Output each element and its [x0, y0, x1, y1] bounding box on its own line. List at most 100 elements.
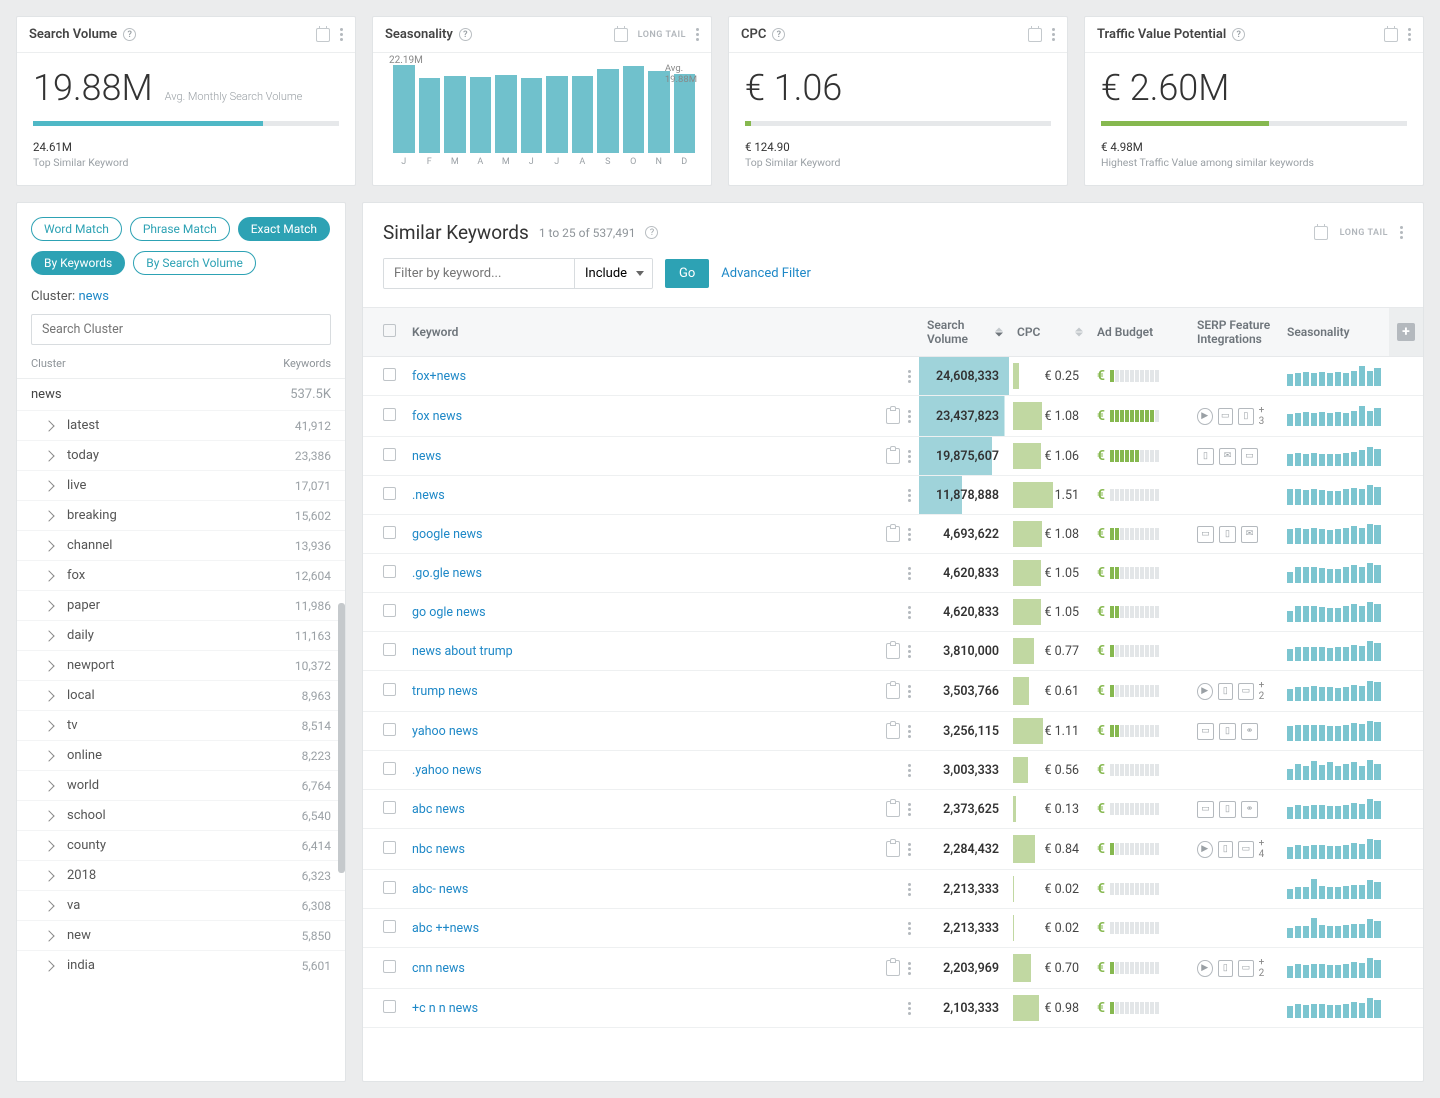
row-checkbox[interactable]: [383, 881, 396, 894]
row-more-icon[interactable]: [908, 370, 911, 383]
help-icon[interactable]: ?: [459, 28, 472, 41]
keyword-link[interactable]: news: [412, 449, 441, 464]
row-more-icon[interactable]: [908, 1002, 911, 1015]
row-checkbox[interactable]: [383, 841, 396, 854]
row-more-icon[interactable]: [908, 567, 911, 580]
clipboard-icon[interactable]: [886, 723, 900, 739]
cluster-item[interactable]: local8,963: [17, 680, 345, 710]
pill-phrase-match[interactable]: Phrase Match: [130, 217, 230, 241]
cluster-item[interactable]: channel13,936: [17, 530, 345, 560]
clipboard-icon[interactable]: [886, 408, 900, 424]
row-checkbox[interactable]: [383, 487, 396, 500]
row-checkbox[interactable]: [383, 762, 396, 775]
keyword-link[interactable]: fox news: [412, 409, 462, 424]
cluster-item[interactable]: county6,414: [17, 830, 345, 860]
cluster-item[interactable]: online8,223: [17, 740, 345, 770]
cluster-item[interactable]: newport10,372: [17, 650, 345, 680]
select-all-checkbox[interactable]: [383, 324, 396, 337]
keyword-link[interactable]: news about trump: [412, 644, 513, 659]
help-icon[interactable]: ?: [645, 226, 658, 239]
keyword-link[interactable]: .news: [412, 488, 445, 503]
row-checkbox[interactable]: [383, 1000, 396, 1013]
add-column-button[interactable]: +: [1397, 323, 1415, 341]
pill-word-match[interactable]: Word Match: [31, 217, 122, 241]
keyword-link[interactable]: .yahoo news: [412, 763, 482, 778]
row-checkbox[interactable]: [383, 526, 396, 539]
more-icon[interactable]: [1052, 28, 1055, 41]
keyword-link[interactable]: +c n n news: [412, 1001, 478, 1016]
row-checkbox[interactable]: [383, 408, 396, 421]
filter-input[interactable]: [384, 259, 574, 288]
keyword-link[interactable]: abc- news: [412, 882, 468, 897]
pill-by-volume[interactable]: By Search Volume: [133, 251, 256, 275]
search-cluster-input[interactable]: [31, 314, 331, 345]
more-icon[interactable]: [1400, 226, 1403, 239]
row-more-icon[interactable]: [908, 645, 911, 658]
row-more-icon[interactable]: [908, 489, 911, 502]
more-icon[interactable]: [340, 28, 343, 41]
cluster-item[interactable]: school6,540: [17, 800, 345, 830]
cluster-item[interactable]: live17,071: [17, 470, 345, 500]
row-more-icon[interactable]: [908, 450, 911, 463]
row-more-icon[interactable]: [908, 606, 911, 619]
cluster-item[interactable]: paper11,986: [17, 590, 345, 620]
clipboard-icon[interactable]: [886, 526, 900, 542]
clipboard-icon[interactable]: [886, 643, 900, 659]
more-icon[interactable]: [1408, 28, 1411, 41]
row-more-icon[interactable]: [908, 725, 911, 738]
row-checkbox[interactable]: [383, 448, 396, 461]
row-checkbox[interactable]: [383, 920, 396, 933]
row-more-icon[interactable]: [908, 528, 911, 541]
cluster-link[interactable]: news: [78, 289, 109, 304]
row-checkbox[interactable]: [383, 565, 396, 578]
help-icon[interactable]: ?: [123, 28, 136, 41]
row-checkbox[interactable]: [383, 683, 396, 696]
cluster-root[interactable]: news537.5K: [17, 379, 345, 410]
longtail-badge[interactable]: LONG TAIL: [1340, 228, 1388, 238]
cluster-item[interactable]: india5,601: [17, 950, 345, 980]
longtail-badge[interactable]: LONG TAIL: [638, 30, 686, 40]
row-more-icon[interactable]: [908, 962, 911, 975]
row-more-icon[interactable]: [908, 883, 911, 896]
calendar-icon[interactable]: [1384, 28, 1398, 42]
clipboard-icon[interactable]: [886, 448, 900, 464]
row-checkbox[interactable]: [383, 801, 396, 814]
keyword-link[interactable]: .go.gle news: [412, 566, 482, 581]
help-icon[interactable]: ?: [1232, 28, 1245, 41]
cluster-item[interactable]: latest41,912: [17, 410, 345, 440]
more-icon[interactable]: [696, 28, 699, 41]
keyword-link[interactable]: trump news: [412, 684, 478, 699]
keyword-link[interactable]: nbc news: [412, 842, 465, 857]
row-checkbox[interactable]: [383, 643, 396, 656]
clipboard-icon[interactable]: [886, 841, 900, 857]
advanced-filter-link[interactable]: Advanced Filter: [721, 266, 811, 281]
keyword-link[interactable]: yahoo news: [412, 724, 478, 739]
cluster-item[interactable]: daily11,163: [17, 620, 345, 650]
clipboard-icon[interactable]: [886, 960, 900, 976]
row-more-icon[interactable]: [908, 685, 911, 698]
pill-exact-match[interactable]: Exact Match: [238, 217, 330, 241]
cluster-item[interactable]: 20186,323: [17, 860, 345, 890]
row-checkbox[interactable]: [383, 368, 396, 381]
calendar-icon[interactable]: [316, 28, 330, 42]
keyword-link[interactable]: go ogle news: [412, 605, 486, 620]
clipboard-icon[interactable]: [886, 801, 900, 817]
keyword-link[interactable]: google news: [412, 527, 482, 542]
row-more-icon[interactable]: [908, 764, 911, 777]
row-more-icon[interactable]: [908, 922, 911, 935]
include-select[interactable]: Include: [574, 259, 652, 288]
keyword-link[interactable]: abc news: [412, 802, 465, 817]
row-checkbox[interactable]: [383, 960, 396, 973]
clipboard-icon[interactable]: [886, 683, 900, 699]
keyword-link[interactable]: fox+news: [412, 369, 466, 384]
cluster-item[interactable]: breaking15,602: [17, 500, 345, 530]
keyword-link[interactable]: abc ++news: [412, 921, 479, 936]
row-checkbox[interactable]: [383, 604, 396, 617]
row-more-icon[interactable]: [908, 843, 911, 856]
row-checkbox[interactable]: [383, 723, 396, 736]
cluster-item[interactable]: va6,308: [17, 890, 345, 920]
scrollbar[interactable]: [338, 603, 345, 873]
help-icon[interactable]: ?: [772, 28, 785, 41]
cluster-item[interactable]: fox12,604: [17, 560, 345, 590]
calendar-icon[interactable]: [1028, 28, 1042, 42]
